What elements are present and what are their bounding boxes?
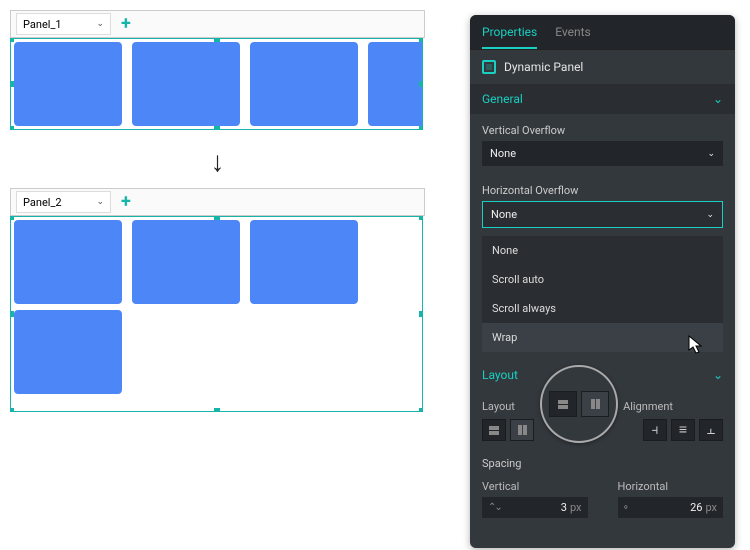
spacing-horizontal-label: Horizontal — [618, 480, 724, 493]
panel1-item[interactable] — [132, 42, 240, 126]
tab-properties[interactable]: Properties — [482, 15, 537, 49]
panel1-item[interactable] — [14, 42, 122, 126]
panel1-select[interactable]: Panel_1 ⌄ — [16, 13, 111, 35]
chevron-down-icon: ⌄ — [96, 19, 104, 29]
panel1-item[interactable] — [368, 42, 423, 126]
panel2-item[interactable] — [14, 220, 122, 304]
panel1-item[interactable] — [250, 42, 358, 126]
component-name: Dynamic Panel — [504, 60, 583, 74]
stepper-icon: ⌃⌄ — [488, 502, 501, 513]
panel1-header: Panel_1 ⌄ + — [10, 10, 425, 38]
h-overflow-select[interactable]: None ⌄ — [482, 201, 723, 228]
section-layout-label: Layout — [482, 368, 518, 382]
align-top-button[interactable]: ⫞ — [643, 419, 667, 441]
section-general-label: General — [482, 92, 523, 106]
arrows-lr-icon: ‹ › — [624, 502, 627, 513]
panel2-header: Panel_2 ⌄ + — [10, 188, 425, 216]
layout-mode-group — [482, 419, 534, 441]
layout-label: Layout — [482, 400, 515, 413]
dropdown-option-scroll-always[interactable]: Scroll always — [482, 294, 723, 323]
spacing-horizontal-input[interactable]: ‹ › 26px — [618, 497, 724, 518]
alignment-label: Alignment — [623, 400, 673, 413]
chevron-down-icon: ⌄ — [96, 197, 104, 207]
component-header: Dynamic Panel — [470, 50, 735, 84]
v-overflow-value: None — [490, 147, 516, 160]
h-overflow-dropdown: None Scroll auto Scroll always Wrap — [482, 236, 723, 352]
spacing-vertical-label: Vertical — [482, 480, 588, 493]
spacing-vertical-value: 3 — [561, 501, 567, 514]
chevron-down-icon: ⌄ — [706, 210, 714, 220]
panel2-name: Panel_2 — [23, 196, 62, 209]
section-layout[interactable]: Layout ⌄ — [470, 360, 735, 390]
v-overflow-label: Vertical Overflow — [470, 114, 735, 141]
align-bottom-button[interactable]: ⫠ — [699, 419, 723, 441]
panel2-item[interactable] — [14, 310, 122, 394]
panel1-selection[interactable] — [10, 38, 423, 130]
layout-vertical-button[interactable] — [482, 419, 506, 441]
align-middle-button[interactable]: ≡ — [671, 419, 695, 441]
chevron-down-icon: ⌄ — [707, 149, 715, 159]
tabs: Properties Events — [470, 15, 735, 50]
properties-panel: Properties Events Dynamic Panel General … — [470, 15, 735, 548]
tab-events[interactable]: Events — [555, 15, 591, 49]
h-overflow-label: Horizontal Overflow — [470, 174, 735, 201]
v-overflow-select[interactable]: None ⌄ — [482, 141, 723, 166]
dynamic-panel-icon — [482, 60, 496, 74]
layout-horizontal-button[interactable] — [510, 419, 534, 441]
alignment-group: ⫞ ≡ ⫠ — [643, 419, 723, 441]
dropdown-option-scroll-auto[interactable]: Scroll auto — [482, 265, 723, 294]
panel1-name: Panel_1 — [23, 18, 62, 31]
section-general[interactable]: General ⌄ — [470, 84, 735, 114]
arrow-down-icon: ↓ — [10, 145, 425, 178]
add-panel-button[interactable]: + — [121, 17, 131, 31]
unit-label: px — [570, 501, 582, 514]
spacing-label: Spacing — [482, 447, 723, 474]
unit-label: px — [705, 501, 717, 514]
spacing-horizontal-value: 26 — [690, 501, 702, 514]
h-overflow-value: None — [491, 208, 517, 221]
canvas-area: Panel_1 ⌄ + ↓ Panel_2 ⌄ + — [10, 10, 440, 412]
panel2-item[interactable] — [250, 220, 358, 304]
chevron-down-icon: ⌄ — [713, 368, 723, 382]
dropdown-option-none[interactable]: None — [482, 236, 723, 265]
add-panel-button[interactable]: + — [121, 195, 131, 209]
panel2-selection[interactable] — [10, 216, 423, 412]
dropdown-option-wrap[interactable]: Wrap — [482, 323, 723, 352]
chevron-down-icon: ⌄ — [713, 92, 723, 106]
panel2-item[interactable] — [132, 220, 240, 304]
panel2-select[interactable]: Panel_2 ⌄ — [16, 191, 111, 213]
spacing-vertical-input[interactable]: ⌃⌄ 3px — [482, 497, 588, 518]
